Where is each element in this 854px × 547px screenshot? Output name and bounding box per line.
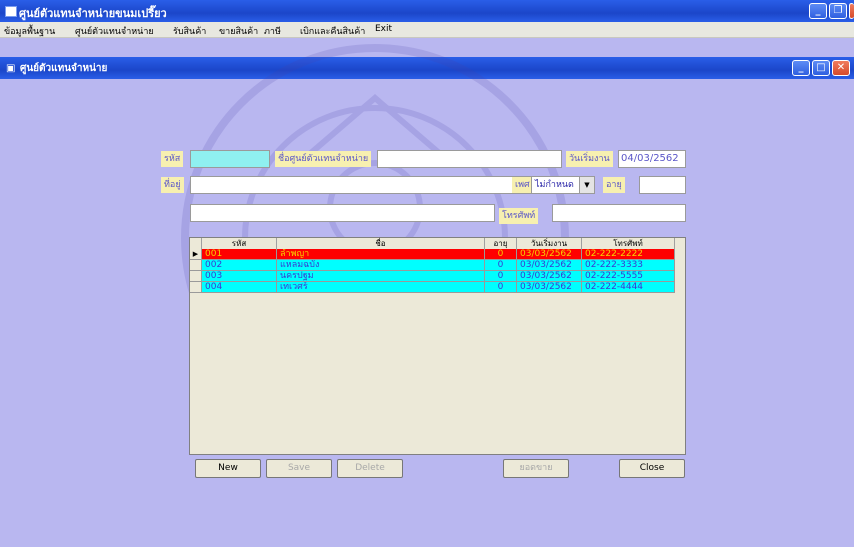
table-row[interactable]: 004 เทเวศร์ 0 03/03/2562 02-222-4444 [190,282,675,293]
child-close-icon[interactable]: ✕ [832,60,850,76]
minimize-icon[interactable]: _ [809,3,827,19]
app-title-bar: ศูนย์ตัวแทนจำหน่ายขนมเปรี๊ยว _ ❐ [0,0,854,22]
age-input[interactable] [639,176,686,194]
table-row[interactable]: ▶ 001 ลำพญา 0 03/03/2562 02-222-2222 [190,249,675,260]
cell-name: เทเวศร์ [277,282,485,293]
row-selector [190,271,202,282]
cell-start-date: 03/03/2562 [517,249,582,260]
cell-code: 004 [202,282,277,293]
chevron-down-icon[interactable]: ▼ [579,177,594,193]
cell-start-date: 03/03/2562 [517,260,582,271]
row-selector [190,260,202,271]
column-header-code[interactable]: รหัส [202,238,277,249]
cell-phone: 02-222-5555 [582,271,675,282]
row-selector [190,282,202,293]
phone-input[interactable] [552,204,686,222]
menu-bar: ข้อมูลพื้นฐาน ศูนย์ตัวแทนจำหน่าย รับสินค… [0,22,854,38]
phone-label: โทรศัพท์ [499,208,539,224]
delete-button[interactable]: Delete [337,459,403,478]
new-button[interactable]: New [195,459,261,478]
child-window-title: ศูนย์ตัวแทนจำหน่าย [20,63,108,74]
cell-code: 002 [202,260,277,271]
gender-select[interactable]: ไม่กำหนด ▼ [531,176,595,194]
start-date-label: วันเริ่มงาน [566,151,613,167]
menu-item-sell[interactable]: ขายสินค้า [219,24,258,38]
save-button[interactable]: Save [266,459,332,478]
column-header-start-date[interactable]: วันเริ่มงาน [517,238,582,249]
menu-item-agents[interactable]: ศูนย์ตัวแทนจำหน่าย [75,24,154,38]
menu-item-exit[interactable]: Exit [375,24,392,34]
code-input[interactable] [190,150,270,168]
column-header-name[interactable]: ชื่อ [277,238,485,249]
cell-name: แหลมฉบัง [277,260,485,271]
agent-name-label: ชื่อศูนย์ตัวแทนจำหน่าย [275,151,372,167]
start-date-input[interactable]: 04/03/2562 [618,150,686,168]
age-label: อายุ [603,177,625,193]
menu-item-withdraw-return[interactable]: เบิกและคืนสินค้า [300,24,365,38]
table-row[interactable]: 003 นครปฐม 0 03/03/2562 02-222-5555 [190,271,675,282]
gender-select-value: ไม่กำหนด [535,180,574,190]
column-header-phone[interactable]: โทรศัพท์ [582,238,675,249]
child-maximize-icon[interactable]: □ [812,60,830,76]
close-button[interactable]: Close [619,459,685,478]
agents-table[interactable]: รหัส ชื่อ อายุ วันเริ่มงาน โทรศัพท์ ▶ 00… [189,237,686,455]
column-header-age[interactable]: อายุ [485,238,517,249]
address-line2-input[interactable] [190,204,495,222]
app-window-icon [5,6,17,17]
close-icon[interactable] [849,3,854,19]
menu-item-master-data[interactable]: ข้อมูลพื้นฐาน [4,24,55,38]
cell-age: 0 [485,282,517,293]
table-row[interactable]: 002 แหลมฉบัง 0 03/03/2562 02-222-3333 [190,260,675,271]
row-selector-icon: ▶ [190,249,202,260]
window-icon: ▣ [6,63,16,74]
cell-start-date: 03/03/2562 [517,271,582,282]
menu-item-tax[interactable]: ภาษี [264,24,281,38]
address-label: ที่อยู่ [161,177,184,193]
address-input[interactable] [190,176,563,194]
cell-code: 001 [202,249,277,260]
cell-name: ลำพญา [277,249,485,260]
cell-age: 0 [485,249,517,260]
code-label: รหัส [161,151,184,167]
cell-code: 003 [202,271,277,282]
cell-phone: 02-222-4444 [582,282,675,293]
menu-item-receive[interactable]: รับสินค้า [173,24,206,38]
table-corner [190,238,202,249]
cell-age: 0 [485,260,517,271]
child-minimize-icon[interactable]: _ [792,60,810,76]
cell-start-date: 03/03/2562 [517,282,582,293]
cell-phone: 02-222-2222 [582,249,675,260]
sales-total-button[interactable]: ยอดขาย [503,459,569,478]
app-title: ศูนย์ตัวแทนจำหน่ายขนมเปรี๊ยว [19,7,167,20]
gender-label: เพศ [512,177,533,193]
agent-name-input[interactable] [377,150,562,168]
cell-name: นครปฐม [277,271,485,282]
cell-age: 0 [485,271,517,282]
restore-icon[interactable]: ❐ [829,3,847,19]
cell-phone: 02-222-3333 [582,260,675,271]
